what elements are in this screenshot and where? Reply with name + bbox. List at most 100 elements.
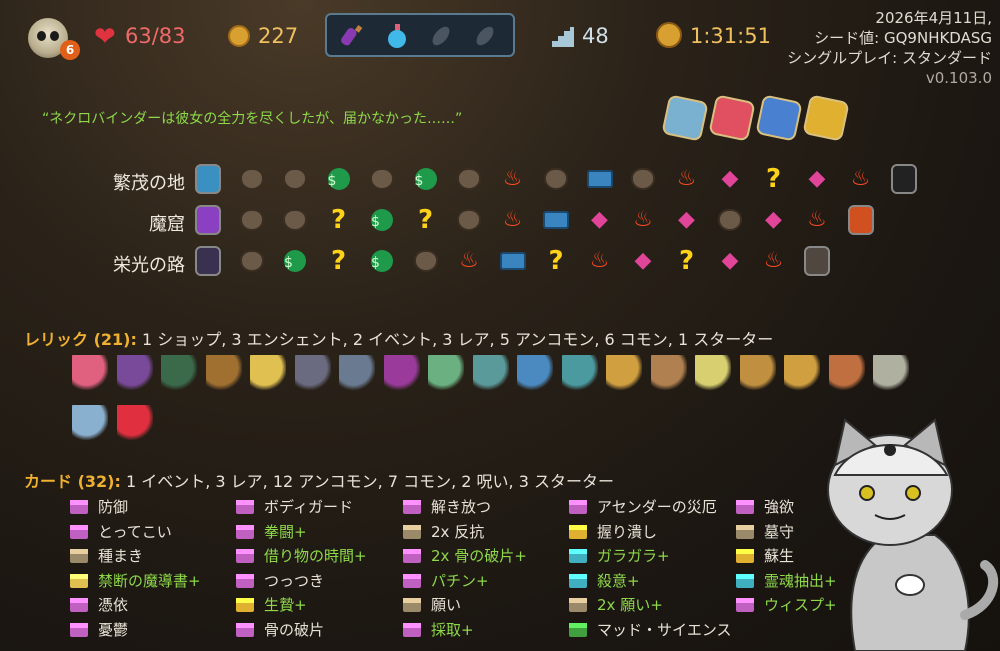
unknown-node-icon[interactable]: ? — [326, 248, 352, 274]
elite-node-icon[interactable]: ◆ — [587, 207, 613, 233]
card-entry[interactable]: 墓守 — [736, 521, 794, 543]
card-entry[interactable]: 2x 骨の破片+ — [403, 545, 527, 567]
relic-icon[interactable] — [428, 355, 464, 391]
monster-node-icon[interactable] — [282, 166, 308, 192]
card-entry[interactable]: 解き放つ — [403, 496, 491, 518]
relic-icon[interactable] — [383, 355, 420, 391]
relic-icon[interactable] — [739, 355, 776, 391]
shop-node-icon[interactable]: $ — [413, 166, 439, 192]
boss-node-icon[interactable] — [804, 246, 830, 276]
card-entry[interactable]: つっつき — [236, 570, 324, 592]
relic-icon[interactable] — [161, 355, 197, 391]
relic-icon[interactable] — [72, 355, 108, 391]
monster-node-icon[interactable] — [456, 207, 482, 233]
monster-node-icon[interactable] — [456, 166, 482, 192]
monster-node-icon[interactable] — [717, 207, 743, 233]
card-entry[interactable]: マッド・サイエンス — [569, 619, 732, 641]
card-entry[interactable]: 採取+ — [403, 619, 474, 641]
card-entry[interactable]: 骨の破片 — [236, 619, 324, 641]
card-entry[interactable]: ガラガラ+ — [569, 545, 670, 567]
relic-icon[interactable] — [72, 405, 108, 441]
shop-node-icon[interactable]: $ — [326, 166, 352, 192]
card-entry[interactable]: 強欲 — [736, 496, 794, 518]
rest-site-node-icon[interactable]: ♨ — [500, 166, 526, 192]
monster-node-icon[interactable] — [239, 166, 265, 192]
card-entry[interactable]: 2x 反抗 — [403, 521, 484, 543]
card-entry[interactable]: 憑依 — [70, 594, 128, 616]
monster-node-icon[interactable] — [369, 166, 395, 192]
empty-potion-slot-icon[interactable] — [427, 22, 455, 50]
treasure-node-icon[interactable] — [543, 207, 569, 233]
unknown-node-icon[interactable]: ? — [543, 248, 569, 274]
elite-node-icon[interactable]: ◆ — [674, 207, 700, 233]
boss-node-icon[interactable] — [891, 164, 917, 194]
monster-node-icon[interactable] — [239, 248, 265, 274]
relic-icon[interactable] — [517, 355, 553, 391]
card-entry[interactable]: パチン+ — [403, 570, 489, 592]
card-entry[interactable]: 2x 願い+ — [569, 594, 663, 616]
shop-node-icon[interactable]: $ — [369, 207, 395, 233]
rest-site-node-icon[interactable]: ♨ — [804, 207, 830, 233]
blue-flask-icon[interactable] — [383, 22, 411, 50]
treasure-node-icon[interactable] — [586, 166, 613, 192]
rest-site-node-icon[interactable]: ♨ — [674, 166, 700, 192]
card-entry[interactable]: 借り物の時間+ — [236, 545, 367, 567]
monster-node-icon[interactable] — [282, 207, 308, 233]
relic-icon[interactable] — [784, 355, 820, 391]
unknown-node-icon[interactable]: ? — [674, 248, 700, 274]
relic-icon[interactable] — [695, 355, 731, 391]
rest-site-node-icon[interactable]: ♨ — [848, 166, 874, 192]
relic-icon[interactable] — [205, 355, 242, 391]
relic-icon[interactable] — [873, 355, 909, 391]
elite-node-icon[interactable]: ◆ — [630, 248, 656, 274]
monster-node-icon[interactable] — [413, 248, 439, 274]
card-entry[interactable]: 防御 — [70, 496, 128, 518]
seed-text[interactable]: シード値: GQ9NHKDASG — [787, 28, 992, 48]
card-entry[interactable]: 禁断の魔導書+ — [70, 570, 201, 592]
relic-icon[interactable] — [294, 355, 331, 391]
rest-site-node-icon[interactable]: ♨ — [500, 207, 526, 233]
gold-card-icon[interactable] — [802, 94, 850, 142]
purple-potion-icon[interactable] — [339, 22, 367, 50]
relic-icon[interactable] — [650, 355, 687, 391]
shop-node-icon[interactable]: $ — [282, 248, 308, 274]
elite-node-icon[interactable]: ◆ — [717, 248, 743, 274]
relic-icon[interactable] — [250, 355, 286, 391]
relic-icon[interactable] — [828, 355, 865, 391]
card-entry[interactable]: 殺意+ — [569, 570, 640, 592]
boss-node-icon[interactable] — [195, 246, 221, 276]
boss-node-icon[interactable] — [847, 205, 874, 235]
relic-icon[interactable] — [472, 355, 509, 391]
elite-node-icon[interactable]: ◆ — [717, 166, 743, 192]
card-entry[interactable]: ボディガード — [236, 496, 353, 518]
monster-node-icon[interactable] — [630, 166, 656, 192]
unknown-node-icon[interactable]: ? — [326, 207, 352, 233]
map-flag-icon[interactable] — [661, 94, 709, 142]
empty-potion-slot-icon[interactable] — [471, 22, 499, 50]
rest-site-node-icon[interactable]: ♨ — [456, 248, 482, 274]
boss-node-icon[interactable] — [195, 205, 221, 235]
eye-card-icon[interactable] — [755, 94, 803, 142]
card-entry[interactable]: とってこい — [70, 521, 172, 543]
shop-node-icon[interactable]: $ — [369, 248, 395, 274]
monster-node-icon[interactable] — [239, 207, 265, 233]
elite-node-icon[interactable]: ◆ — [804, 166, 830, 192]
elite-node-icon[interactable]: ◆ — [761, 207, 787, 233]
card-entry[interactable]: 蘇生 — [736, 545, 794, 567]
card-entry[interactable]: アセンダーの災厄 — [569, 496, 717, 518]
card-entry[interactable]: 願い — [403, 594, 461, 616]
card-entry[interactable]: 生贄+ — [236, 594, 307, 616]
card-entry[interactable]: 握り潰し — [569, 521, 657, 543]
card-entry[interactable]: 拳闘+ — [236, 521, 307, 543]
rest-site-node-icon[interactable]: ♨ — [630, 207, 656, 233]
card-entry[interactable]: 憂鬱 — [70, 619, 128, 641]
heart-card-icon[interactable] — [708, 94, 756, 142]
boss-node-icon[interactable] — [195, 164, 221, 194]
unknown-node-icon[interactable]: ? — [413, 207, 439, 233]
relic-icon[interactable] — [606, 355, 642, 391]
treasure-node-icon[interactable] — [499, 248, 526, 274]
relic-icon[interactable] — [339, 355, 375, 391]
rest-site-node-icon[interactable]: ♨ — [587, 248, 613, 274]
rest-site-node-icon[interactable]: ♨ — [761, 248, 787, 274]
monster-node-icon[interactable] — [543, 166, 569, 192]
